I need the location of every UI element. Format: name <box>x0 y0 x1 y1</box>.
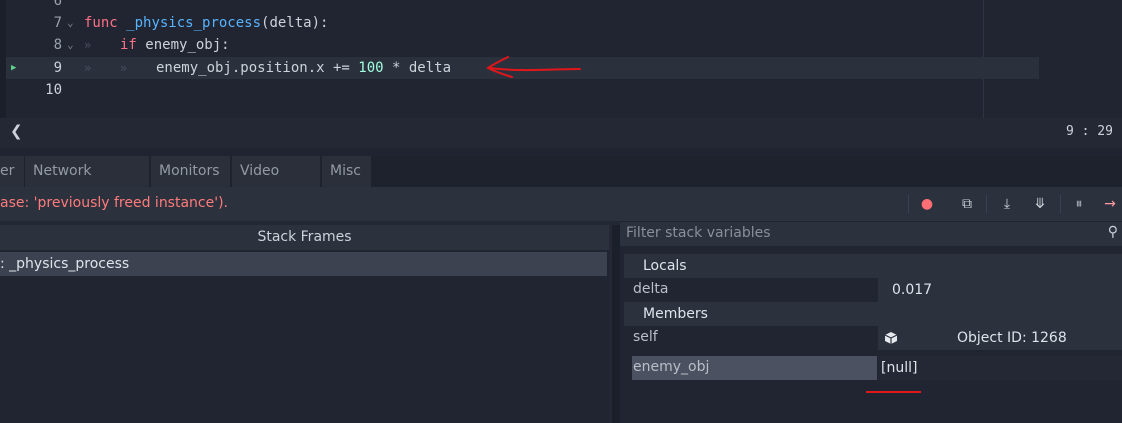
stack-frames-header: Stack Frames <box>0 225 609 250</box>
code-text: enemy_obj.position.x += 100 * delta <box>156 60 452 76</box>
continue-icon[interactable]: → <box>1100 194 1120 214</box>
members-label: Members <box>643 306 708 322</box>
locals-label: Locals <box>643 258 687 274</box>
step-over-icon[interactable]: ⤋ <box>1030 194 1050 214</box>
breakpoint-record-icon[interactable]: ● <box>917 194 937 214</box>
var-value-self[interactable]: Object ID: 1268 <box>878 326 1122 350</box>
stack-frame-row[interactable]: : _physics_process <box>0 252 607 276</box>
toolbar-separator <box>1060 195 1061 213</box>
error-message: ase: 'previously freed instance'). <box>0 195 228 211</box>
locals-section[interactable]: Locals <box>624 254 1122 278</box>
pause-icon[interactable]: ⏸ <box>1069 194 1089 214</box>
line-number: 10 <box>45 82 62 98</box>
tab-partial[interactable]: er <box>0 156 24 187</box>
code-text: if enemy_obj: <box>120 37 230 53</box>
filter-stack-variables-input[interactable]: Filter stack variables ⚲ <box>620 222 1122 246</box>
code-editor[interactable]: 6 7 ⌄ func _physics_process(delta): 8 ⌄ … <box>0 0 1122 118</box>
indent-marker-icon: » <box>120 61 128 75</box>
code-line-6[interactable]: 6 <box>6 0 1039 12</box>
stack-frames-panel: Stack Frames : _physics_process <box>0 225 609 423</box>
step-into-icon[interactable]: ⤓ <box>997 194 1017 214</box>
indent-marker-icon: » <box>84 61 92 75</box>
code-line-7[interactable]: 7 ⌄ func _physics_process(delta): <box>6 12 1039 34</box>
indent-marker-icon: » <box>84 38 92 52</box>
var-name-enemy-obj: enemy_obj <box>633 359 710 375</box>
toolbar-separator <box>986 195 987 213</box>
code-line-10[interactable]: 10 <box>6 79 1039 101</box>
cursor-position: 9 : 29 <box>1066 124 1113 139</box>
var-name-delta: delta <box>633 281 669 297</box>
annotation-arrow <box>486 56 581 78</box>
scroll-left-icon[interactable]: ❮ <box>10 122 23 140</box>
copy-icon[interactable]: ⧉ <box>957 194 977 214</box>
var-name-self: self <box>633 329 658 345</box>
search-icon: ⚲ <box>1107 224 1118 240</box>
tab-video-ram[interactable]: Video RAM <box>232 156 320 210</box>
var-value-enemy-obj[interactable]: [null] <box>878 356 1122 380</box>
tab-monitors[interactable]: Monitors <box>151 156 230 187</box>
debugger-message-bar: ase: 'previously freed instance'). ● ⧉ ⤓… <box>0 187 1122 221</box>
object-cube-icon <box>884 332 898 344</box>
members-section[interactable]: Members <box>624 302 1122 326</box>
editor-status-bar: ❮ 9 : 29 <box>0 118 1122 148</box>
tab-misc[interactable]: Misc <box>322 156 371 187</box>
tab-network-profiler[interactable]: Network Profiler <box>25 156 149 210</box>
var-value-delta[interactable]: 0.017 <box>878 278 1122 302</box>
fold-arrow-icon[interactable]: ⌄ <box>67 34 74 56</box>
annotation-underline <box>866 391 921 393</box>
filter-placeholder: Filter stack variables <box>626 225 771 241</box>
toolbar-separator <box>908 195 909 213</box>
line-number: 7 <box>53 15 62 31</box>
line-number: 8 <box>53 37 62 53</box>
panel-divider[interactable] <box>0 148 1122 156</box>
line-number: 6 <box>53 0 62 9</box>
code-text: func _physics_process(delta): <box>84 15 329 31</box>
fold-arrow-icon[interactable]: ⌄ <box>67 12 74 34</box>
line-number: 9 <box>53 60 62 76</box>
debugger-tabbar: er Network Profiler Monitors Video RAM M… <box>0 156 1122 210</box>
panel-splitter[interactable] <box>612 225 620 423</box>
